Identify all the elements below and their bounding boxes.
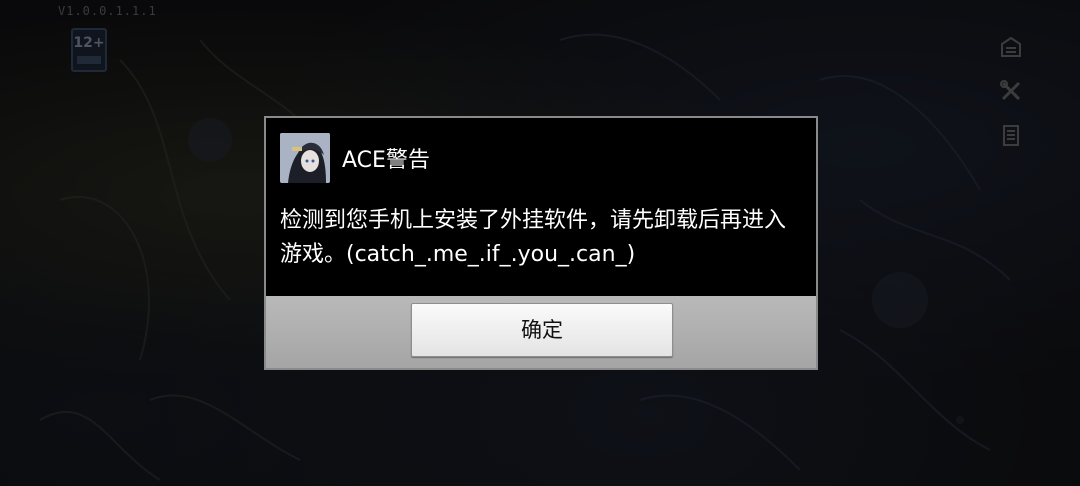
- dialog-title: ACE警告: [342, 148, 430, 173]
- game-avatar-icon: [280, 133, 330, 183]
- avatar-artwork: [280, 133, 330, 183]
- dialog-header: ACE警告: [280, 133, 430, 183]
- confirm-button[interactable]: 确定: [411, 303, 673, 357]
- dialog-button-bar: 确定: [266, 296, 816, 368]
- dialog-message: 检测到您手机上安装了外挂软件，请先卸载后再进入游戏。(catch_.me_.if…: [280, 208, 787, 267]
- ace-warning-dialog: ACE警告 检测到您手机上安装了外挂软件，请先卸载后再进入游戏。(catch_.…: [264, 116, 818, 370]
- game-screen: V1.0.0.1.1.1 12+ ACE警告 检测到您手机上安装了外挂软件，请先…: [0, 0, 1080, 486]
